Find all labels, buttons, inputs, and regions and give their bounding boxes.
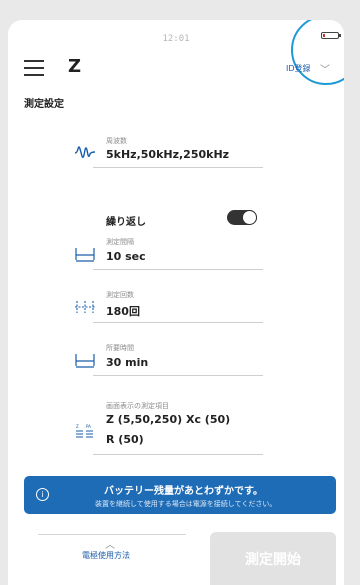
repeat-toggle[interactable] — [227, 210, 257, 225]
banner-sub-text: 装置を継続して使用する場合は電源を接続してください。 — [95, 500, 277, 508]
banner-main-text: バッテリー残量があとわずかです。 — [104, 486, 263, 497]
electrode-usage-link[interactable]: 電極使用方法 — [82, 550, 130, 561]
battery-low-icon — [321, 32, 341, 39]
app-header: Z ID登録 ﹀ — [8, 48, 344, 88]
count-value: 180回 — [106, 305, 140, 318]
wave-icon — [74, 146, 96, 158]
chevron-down-icon[interactable]: ﹀ — [320, 61, 330, 76]
display-items-label: 画面表示の測定項目 — [106, 402, 169, 410]
start-measurement-button[interactable]: 測定開始 — [210, 532, 336, 585]
id-register-link[interactable]: ID登録 — [286, 63, 311, 74]
duration-underline — [93, 375, 263, 376]
chevron-up-icon[interactable]: ︿ — [105, 536, 115, 551]
frequency-label: 周波数 — [106, 137, 127, 145]
app-screen: 12:01 Z ID登録 ﹀ 測定設定 周波数 5kHz,50kHz,250kH… — [8, 20, 344, 585]
display-items-underline — [93, 454, 263, 455]
interval-icon — [75, 248, 95, 262]
status-time: 12:01 — [162, 34, 190, 44]
duration-value: 30 min — [106, 356, 149, 369]
count-label: 測定回数 — [106, 291, 134, 299]
interval-underline — [93, 269, 263, 270]
count-underline — [93, 322, 263, 323]
info-icon: i — [36, 488, 49, 501]
frequency-value: 5kHz,50kHz,250kHz — [106, 148, 230, 161]
display-items-icon: Z PA — [76, 424, 93, 438]
repeat-label: 繰り返し — [106, 217, 146, 228]
duration-label: 所要時間 — [106, 344, 134, 352]
footer-divider — [38, 534, 186, 535]
frequency-underline — [93, 167, 263, 168]
hamburger-menu-icon[interactable] — [24, 60, 44, 76]
display-items-value-line1: Z (5,50,250) Xc (50) — [106, 413, 231, 426]
svg-text:PA: PA — [86, 424, 91, 429]
svg-text:Z: Z — [76, 424, 79, 429]
count-icon — [75, 301, 95, 313]
section-title: 測定設定 — [24, 99, 64, 110]
battery-warning-banner: i バッテリー残量があとわずかです。 装置を継続して使用する場合は電源を接続して… — [24, 476, 336, 514]
page-title: Z — [68, 56, 82, 77]
interval-label: 測定間隔 — [106, 238, 134, 246]
display-items-value-line2: R (50) — [106, 433, 144, 446]
duration-icon — [75, 354, 95, 368]
interval-value: 10 sec — [106, 250, 146, 263]
